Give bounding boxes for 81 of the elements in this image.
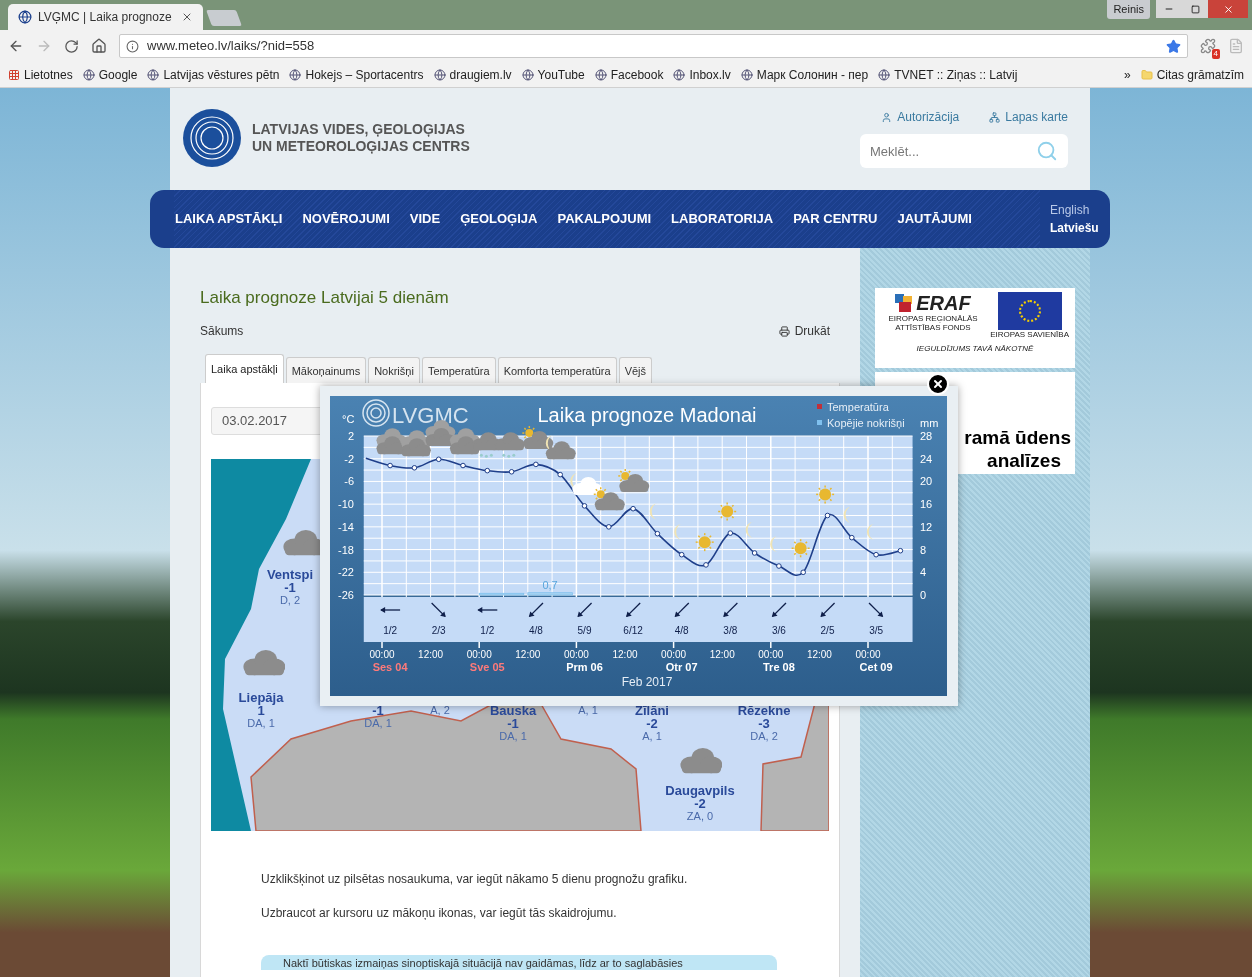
month-label: Feb 2017: [621, 675, 673, 689]
time-tick-label: 00:00: [661, 649, 687, 660]
axis-tick-label: -18: [338, 543, 354, 556]
city-temperature: -2: [646, 717, 658, 730]
info-paragraph: Uzbraucot ar kursoru uz mākoņu ikonas, var iegūt tās skaidrojumu.: [261, 905, 618, 921]
axis-tick-label: 8: [920, 543, 927, 556]
logo-text: LATVIJAS VIDES, ĢEOLOĢIJAS: [252, 121, 466, 138]
city-temperature: -3: [758, 717, 770, 730]
time-tick-label: 00:00: [758, 649, 784, 660]
chart-logo-text: LVGMC: [392, 403, 469, 428]
city-temperature: -1: [284, 581, 296, 594]
city-wind: ZA, 0: [686, 810, 714, 823]
city-temperature: -1: [507, 717, 519, 730]
wind-speed-label: 3/6: [771, 625, 786, 636]
logo-text: UN METEOROLOĢIJAS CENTRS: [252, 138, 470, 155]
city-temperature: -2: [694, 797, 706, 810]
wind-speed-label: 6/12: [623, 625, 643, 636]
city-wind: A, 1: [642, 730, 662, 743]
extension-badge: 4: [1211, 49, 1220, 59]
wind-speed-label: 2/3: [431, 625, 446, 636]
wind-speed-label: 4/8: [528, 625, 543, 636]
time-tick-label: 12:00: [515, 649, 541, 660]
wind-speed-label: 1/2: [383, 625, 398, 636]
forecast-notice: Naktī būtiskas izmaiņas sinoptiskajā situācijā nav gaidāmas, līdz ar to saglabāsies: [261, 955, 777, 970]
eraf-caption: EIROPAS REĢIONĀLĀS ATTĪSTĪBAS FONDS: [887, 314, 979, 332]
axis-tick-label: -22: [338, 566, 354, 579]
axis-tick-label: 2: [347, 430, 354, 442]
city-temperature: 1: [257, 704, 265, 717]
city-temperature: -1: [372, 704, 384, 717]
axis-tick-label: 16: [920, 498, 933, 511]
city-wind: DA, 1: [247, 717, 275, 730]
banner-text: analīzes: [987, 449, 1061, 472]
wind-speed-label: 3/8: [723, 625, 738, 636]
time-tick-label: 00:00: [369, 649, 395, 660]
page-title: Laika prognoze Latvijai 5 dienām: [200, 288, 450, 308]
city-wind: D, 2: [279, 594, 301, 607]
axis-tick-label: -2: [344, 452, 354, 465]
axis-tick-label: -14: [338, 520, 354, 533]
precipitation-value: 0,7: [542, 578, 558, 591]
city-wind: A, 2: [430, 704, 450, 717]
axis-tick-label: -6: [344, 475, 354, 488]
time-tick-label: 12:00: [806, 649, 832, 660]
day-label: Otr 07: [665, 661, 698, 673]
time-tick-label: 12:00: [709, 649, 735, 660]
axis-tick-label: 20: [920, 475, 933, 488]
banner-text: ramā ūdens: [964, 426, 1071, 449]
eraf-motto: IEGULDĪJUMS TAVĀ NĀKOTNĒ: [916, 344, 1034, 354]
wind-speed-label: 2/5: [820, 625, 835, 636]
day-label: Cet 09: [859, 661, 893, 673]
eu-caption: EIROPAS SAVIENĪBA: [990, 330, 1069, 340]
city-wind: DA, 1: [499, 730, 527, 743]
city-wind: DA, 2: [750, 730, 778, 743]
info-paragraph: Uzklikšķinot uz pilsētas nosaukuma, var iegūt nākamo 5 dienu prognožu grafiku.: [261, 871, 689, 887]
wind-speed-label: 3/5: [869, 625, 884, 636]
axis-unit: mm: [920, 417, 939, 429]
tab-title: LVĢMC | Laika prognoze: [38, 9, 172, 26]
axis-tick-label: 0: [920, 589, 927, 601]
axis-tick-label: -10: [338, 498, 354, 511]
time-tick-label: 00:00: [563, 649, 589, 660]
url-text: www.meteo.lv/laiks/?nid=558: [147, 37, 315, 56]
time-tick-label: 00:00: [466, 649, 492, 660]
axis-tick-label: 24: [920, 452, 933, 465]
axis-tick-label: 4: [920, 566, 927, 579]
wind-speed-label: 1/2: [480, 625, 495, 636]
day-label: Tre 08: [763, 661, 795, 673]
eraf-logo: ERAF: [916, 292, 971, 314]
time-tick-label: 12:00: [418, 649, 444, 660]
wind-speed-label: 4/8: [674, 625, 689, 636]
city-wind: DA, 1: [364, 717, 392, 730]
day-label: Ses 04: [372, 661, 408, 673]
axis-unit: °C: [342, 413, 355, 425]
axis-tick-label: -26: [338, 589, 354, 601]
chart-title: Laika prognoze Madonai: [537, 404, 757, 426]
axis-tick-label: 12: [920, 520, 933, 533]
day-label: Prm 06: [566, 661, 603, 673]
wind-speed-label: 5/9: [577, 625, 592, 636]
time-tick-label: 12:00: [612, 649, 638, 660]
city-wind: A, 1: [578, 704, 598, 717]
day-label: Sve 05: [469, 661, 505, 673]
time-tick-label: 00:00: [855, 649, 881, 660]
axis-tick-label: 28: [920, 430, 933, 442]
